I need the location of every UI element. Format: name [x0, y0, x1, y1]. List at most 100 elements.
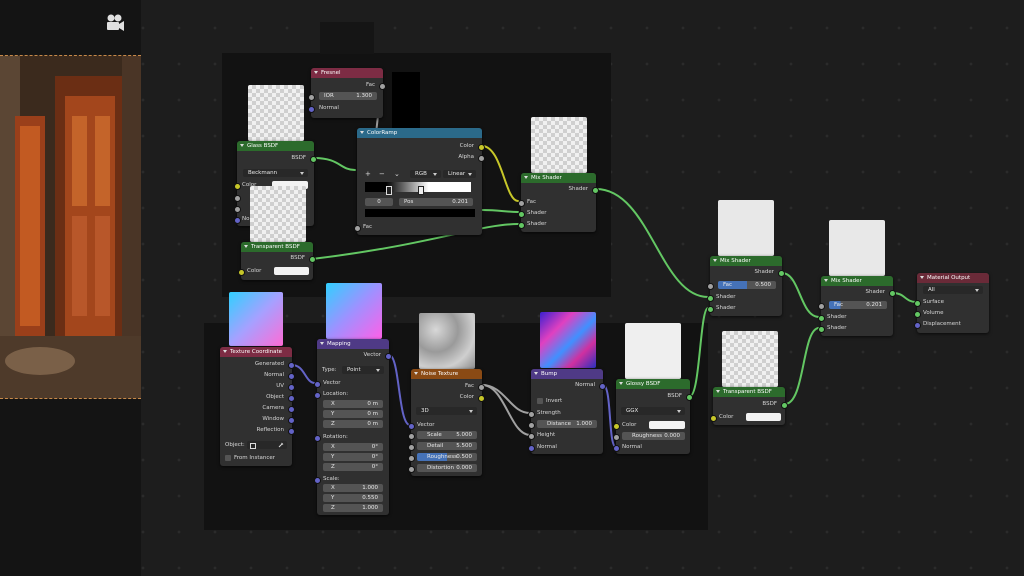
texcoord-uv-socket[interactable] [288, 383, 295, 391]
transparent-bsdf-1-socket[interactable] [309, 255, 316, 263]
bump-normal-out-socket[interactable] [599, 382, 606, 390]
bump-strength-socket[interactable] [528, 410, 535, 418]
bump-distance-socket[interactable] [528, 421, 535, 429]
bump-height-socket[interactable] [528, 432, 535, 440]
mapping-vector-in-socket[interactable] [314, 380, 321, 388]
texcoord-object-socket[interactable] [288, 394, 295, 402]
mapping-header[interactable]: Mapping [317, 339, 389, 349]
mix-shader-1-header[interactable]: Mix Shader [521, 173, 596, 183]
mapping-vector-out-socket[interactable] [385, 352, 392, 360]
mix-shader-1-fac-socket[interactable] [518, 199, 525, 207]
glass-color-socket[interactable] [234, 182, 241, 190]
texcoord-camera-socket[interactable] [288, 405, 295, 413]
texcoord-window-socket[interactable] [288, 416, 295, 424]
transparent-bsdf-2-header[interactable]: Transparent BSDF [713, 387, 785, 397]
mix-shader-3-shader1-socket[interactable] [818, 314, 825, 322]
colorramp-specials-chevron-icon[interactable]: ⌄ [394, 170, 400, 178]
mix-shader-node-3[interactable]: Mix Shader Shader Fac 0.201 Shader Shader [818, 276, 896, 336]
texcoord-object-field[interactable] [247, 441, 287, 449]
mix-shader-node-1[interactable]: Mix Shader Shader Fac Shader Shader [518, 173, 599, 232]
mix-shader-2-fac-socket[interactable] [707, 282, 714, 290]
glossy-normal-socket[interactable] [613, 444, 620, 452]
fresnel-normal-socket[interactable] [308, 105, 315, 113]
mix-shader-3-header[interactable]: Mix Shader [821, 276, 893, 286]
material-output-displacement-socket[interactable] [914, 321, 921, 329]
colorramp-stop-color[interactable] [365, 209, 475, 217]
glossy-color-swatch[interactable] [649, 421, 685, 429]
mapping-location-socket[interactable] [314, 391, 321, 399]
material-output-target-dropdown[interactable]: All [923, 286, 983, 294]
mix-shader-3-fac-socket[interactable] [818, 302, 825, 310]
fresnel-fac-socket[interactable] [379, 82, 386, 90]
colorramp-alpha-socket[interactable] [478, 154, 485, 162]
mapping-rotation-z[interactable]: Z 0° [323, 463, 383, 471]
colorramp-fac-socket[interactable] [354, 224, 361, 232]
transparent-bsdf-1-color-swatch[interactable] [274, 267, 309, 275]
mapping-rotation-y[interactable]: Y 0° [323, 453, 383, 461]
glass-bsdf-header[interactable]: Glass BSDF [237, 141, 314, 151]
colorramp-color-socket[interactable] [478, 143, 485, 151]
noise-color-socket[interactable] [478, 394, 485, 402]
transparent-bsdf-2-color-swatch[interactable] [746, 413, 781, 421]
mix-shader-1-shader2-socket[interactable] [518, 221, 525, 229]
colorramp-stop-white[interactable] [418, 186, 424, 195]
glossy-bsdf-node[interactable]: Glossy BSDF BSDF GGX Color Roughness 0.00… [613, 379, 693, 454]
noise-texture-header[interactable]: Noise Texture [411, 369, 482, 379]
mix-shader-2-out-socket[interactable] [778, 269, 785, 277]
material-output-node[interactable]: Material Output All Surface Volume Displ… [914, 273, 989, 333]
transparent-bsdf-node-1[interactable]: Transparent BSDF BSDF Color [238, 242, 316, 280]
mix-shader-2-shader2-socket[interactable] [707, 305, 714, 313]
glossy-color-socket[interactable] [613, 422, 620, 430]
noise-dimensions-dropdown[interactable]: 3D [416, 407, 477, 415]
mapping-location-x[interactable]: X0 m [323, 400, 383, 408]
fresnel-ior-field[interactable]: IOR 1.300 [319, 92, 377, 100]
noise-fac-socket[interactable] [478, 383, 485, 391]
noise-vector-socket[interactable] [408, 422, 415, 430]
glass-normal-socket[interactable] [234, 216, 241, 224]
transparent-bsdf-2-color-socket[interactable] [710, 414, 717, 422]
colorramp-stop-black[interactable] [386, 186, 392, 195]
noise-detail-field[interactable]: Detail 5.500 [417, 442, 477, 450]
colorramp-interpolation-dropdown[interactable]: Linear [443, 170, 476, 178]
mapping-type-dropdown[interactable]: Point [342, 366, 384, 374]
colorramp-header[interactable]: ColorRamp [357, 128, 482, 138]
colorramp-mode-dropdown[interactable]: RGB [410, 170, 441, 178]
bump-normal-in-socket[interactable] [528, 444, 535, 452]
texture-coordinate-header[interactable]: Texture Coordinate [220, 347, 292, 357]
mix-shader-node-2[interactable]: Mix Shader Shader Fac 0.500 Shader Shader [707, 256, 785, 316]
glossy-distribution-dropdown[interactable]: GGX [621, 407, 685, 415]
glossy-bsdf-socket[interactable] [686, 393, 693, 401]
noise-roughness-field[interactable]: Roughness 0.500 [417, 453, 477, 461]
material-output-volume-socket[interactable] [914, 310, 921, 318]
transparent-bsdf-node-2[interactable]: Transparent BSDF BSDF Color [710, 387, 788, 425]
mapping-rotation-x[interactable]: X 0° [323, 443, 383, 451]
noise-roughness-socket[interactable] [408, 454, 415, 462]
mix-shader-2-fac-field[interactable]: Fac 0.500 [718, 281, 776, 289]
glass-distribution-dropdown[interactable]: Beckmann [243, 169, 308, 177]
mapping-location-y[interactable]: Y0 m [323, 410, 383, 418]
eyedropper-icon[interactable] [278, 442, 284, 448]
transparent-bsdf-1-header[interactable]: Transparent BSDF [241, 242, 313, 252]
mapping-location-z[interactable]: Z0 m [323, 420, 383, 428]
noise-distortion-field[interactable]: Distortion 0.000 [417, 464, 477, 472]
noise-distortion-socket[interactable] [408, 465, 415, 473]
colorramp-node[interactable]: ColorRamp Color Alpha + − ⌄ RGB Linear 0… [354, 128, 485, 235]
glass-ior-socket[interactable] [234, 206, 241, 213]
movie-camera-icon[interactable] [104, 13, 126, 33]
colorramp-pos-field[interactable]: Pos 0.201 [399, 198, 473, 206]
bump-header[interactable]: Bump [531, 369, 603, 379]
texcoord-generated-socket[interactable] [288, 361, 295, 369]
material-output-surface-socket[interactable] [914, 299, 921, 307]
mix-shader-3-shader2-socket[interactable] [818, 325, 825, 333]
fresnel-header[interactable]: Fresnel [311, 68, 383, 78]
texcoord-reflection-socket[interactable] [288, 427, 295, 435]
colorramp-add-button[interactable]: + [365, 170, 371, 178]
colorramp-index-field[interactable]: 0 [365, 198, 393, 206]
bump-node[interactable]: Bump Normal Invert Strength Distance 1.00… [528, 369, 606, 454]
noise-scale-field[interactable]: Scale 5.000 [417, 431, 477, 439]
glossy-roughness-socket[interactable] [613, 433, 620, 441]
mix-shader-1-shader1-socket[interactable] [518, 210, 525, 218]
bump-invert-checkbox[interactable] [537, 398, 543, 404]
noise-texture-node[interactable]: Noise Texture Fac Color 3D Vector Scale 5… [408, 369, 485, 476]
rendered-viewport-image[interactable] [0, 55, 141, 399]
